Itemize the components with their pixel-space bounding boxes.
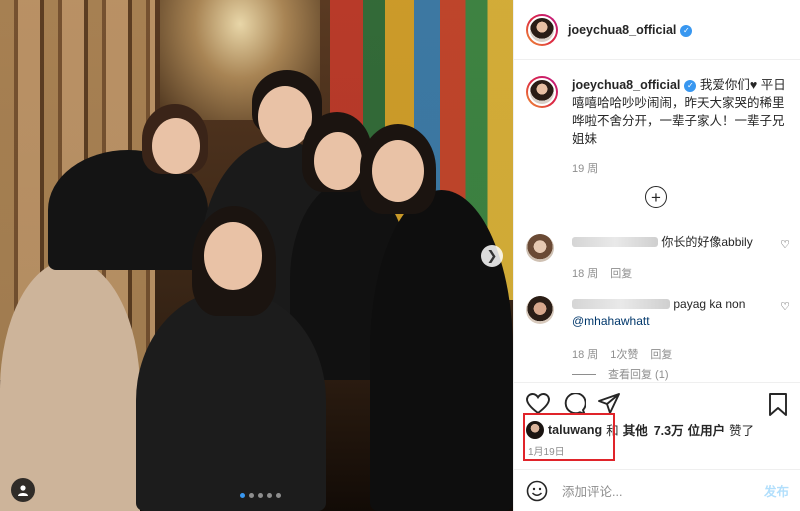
- comment-content: 你长的好像abbily: [661, 235, 753, 249]
- blurred-username: [572, 237, 658, 247]
- person-face: [204, 222, 262, 290]
- person-figure: [370, 190, 513, 511]
- carousel-dot: [249, 493, 254, 498]
- add-comment-bar: 添加评论... 发布: [514, 469, 800, 511]
- reply-link[interactable]: 回复: [610, 265, 632, 281]
- caption-text: joeychua8_official ✓ 我爱你们♥ 平日嘻嘻哈哈吵吵闹闹，昨天大…: [572, 76, 794, 148]
- caption-username[interactable]: joeychua8_official: [572, 78, 680, 92]
- replies-divider: [572, 373, 596, 375]
- carousel-dot: [240, 493, 245, 498]
- blurred-username: [572, 299, 670, 309]
- carousel-dot: [267, 493, 272, 498]
- heart-icon[interactable]: ♡: [780, 300, 790, 313]
- heart-icon[interactable]: [526, 393, 550, 415]
- comment-time: 18 周: [572, 268, 599, 280]
- comment-time: 18 周: [572, 349, 599, 361]
- person-figure: [136, 290, 326, 511]
- carousel-dot: [276, 493, 281, 498]
- comment-likes[interactable]: 1次赞: [610, 346, 638, 362]
- mention-link[interactable]: @mhahawhatt: [572, 314, 650, 328]
- person-face: [152, 118, 200, 174]
- comment-meta: 18 周 回复: [572, 265, 794, 281]
- post-username[interactable]: joeychua8_official ✓: [568, 23, 693, 37]
- view-replies[interactable]: 查看回复 (1): [572, 366, 669, 382]
- chevron-right-icon[interactable]: ❯: [481, 245, 503, 267]
- post-photo[interactable]: ❯: [0, 0, 513, 511]
- comment-meta: 18 周 1次赞 回复: [572, 346, 794, 362]
- bookmark-icon[interactable]: [768, 393, 788, 417]
- post-comment-button[interactable]: 发布: [764, 481, 789, 500]
- comment-text: 你长的好像abbily: [572, 234, 794, 251]
- reply-link[interactable]: 回复: [650, 346, 672, 362]
- post-side-panel: joeychua8_official ✓ joeychua8_official ✓ …: [513, 0, 800, 511]
- likes-others-label[interactable]: 其他: [623, 420, 648, 439]
- avatar[interactable]: [526, 76, 558, 108]
- caption-time: 19 周: [572, 163, 599, 175]
- caption-block: joeychua8_official ✓ 我爱你们♥ 平日嘻嘻哈哈吵吵闹闹，昨天大…: [526, 76, 794, 176]
- post-header: joeychua8_official ✓: [514, 0, 800, 60]
- avatar[interactable]: [526, 296, 554, 324]
- paper-plane-icon[interactable]: [597, 393, 621, 415]
- smiley-icon[interactable]: [526, 480, 548, 502]
- person-figure: [0, 260, 140, 511]
- comment-bubble-icon[interactable]: [562, 393, 586, 415]
- likes-count[interactable]: 7.3万: [654, 420, 684, 439]
- likes-action: 赞了: [729, 424, 755, 438]
- verified-badge-icon: ✓: [684, 80, 697, 92]
- heart-icon[interactable]: ♡: [780, 238, 790, 251]
- view-replies-label[interactable]: 查看回复 (1): [608, 366, 669, 382]
- comment-item: 你长的好像abbily 18 周 回复 ♡: [526, 234, 794, 281]
- comment-content: payag ka non: [673, 297, 746, 311]
- comment-item: payag ka non @mhahawhatt 18 周 1次赞 回复 ♡: [526, 296, 794, 362]
- plus-circle-icon[interactable]: +: [645, 186, 667, 208]
- comment-input[interactable]: 添加评论...: [562, 481, 764, 500]
- carousel-dots: [240, 493, 281, 498]
- likes-users-suffix[interactable]: 位用户: [688, 420, 726, 439]
- user-tag-icon[interactable]: [11, 478, 35, 502]
- verified-badge-icon: ✓: [680, 24, 693, 37]
- person-face: [314, 132, 362, 190]
- highlight-box: [523, 413, 615, 461]
- avatar[interactable]: [526, 234, 554, 262]
- avatar[interactable]: [526, 13, 558, 46]
- comment-text: payag ka non @mhahawhatt: [572, 296, 794, 330]
- carousel-dot: [258, 493, 263, 498]
- person-face: [372, 140, 424, 202]
